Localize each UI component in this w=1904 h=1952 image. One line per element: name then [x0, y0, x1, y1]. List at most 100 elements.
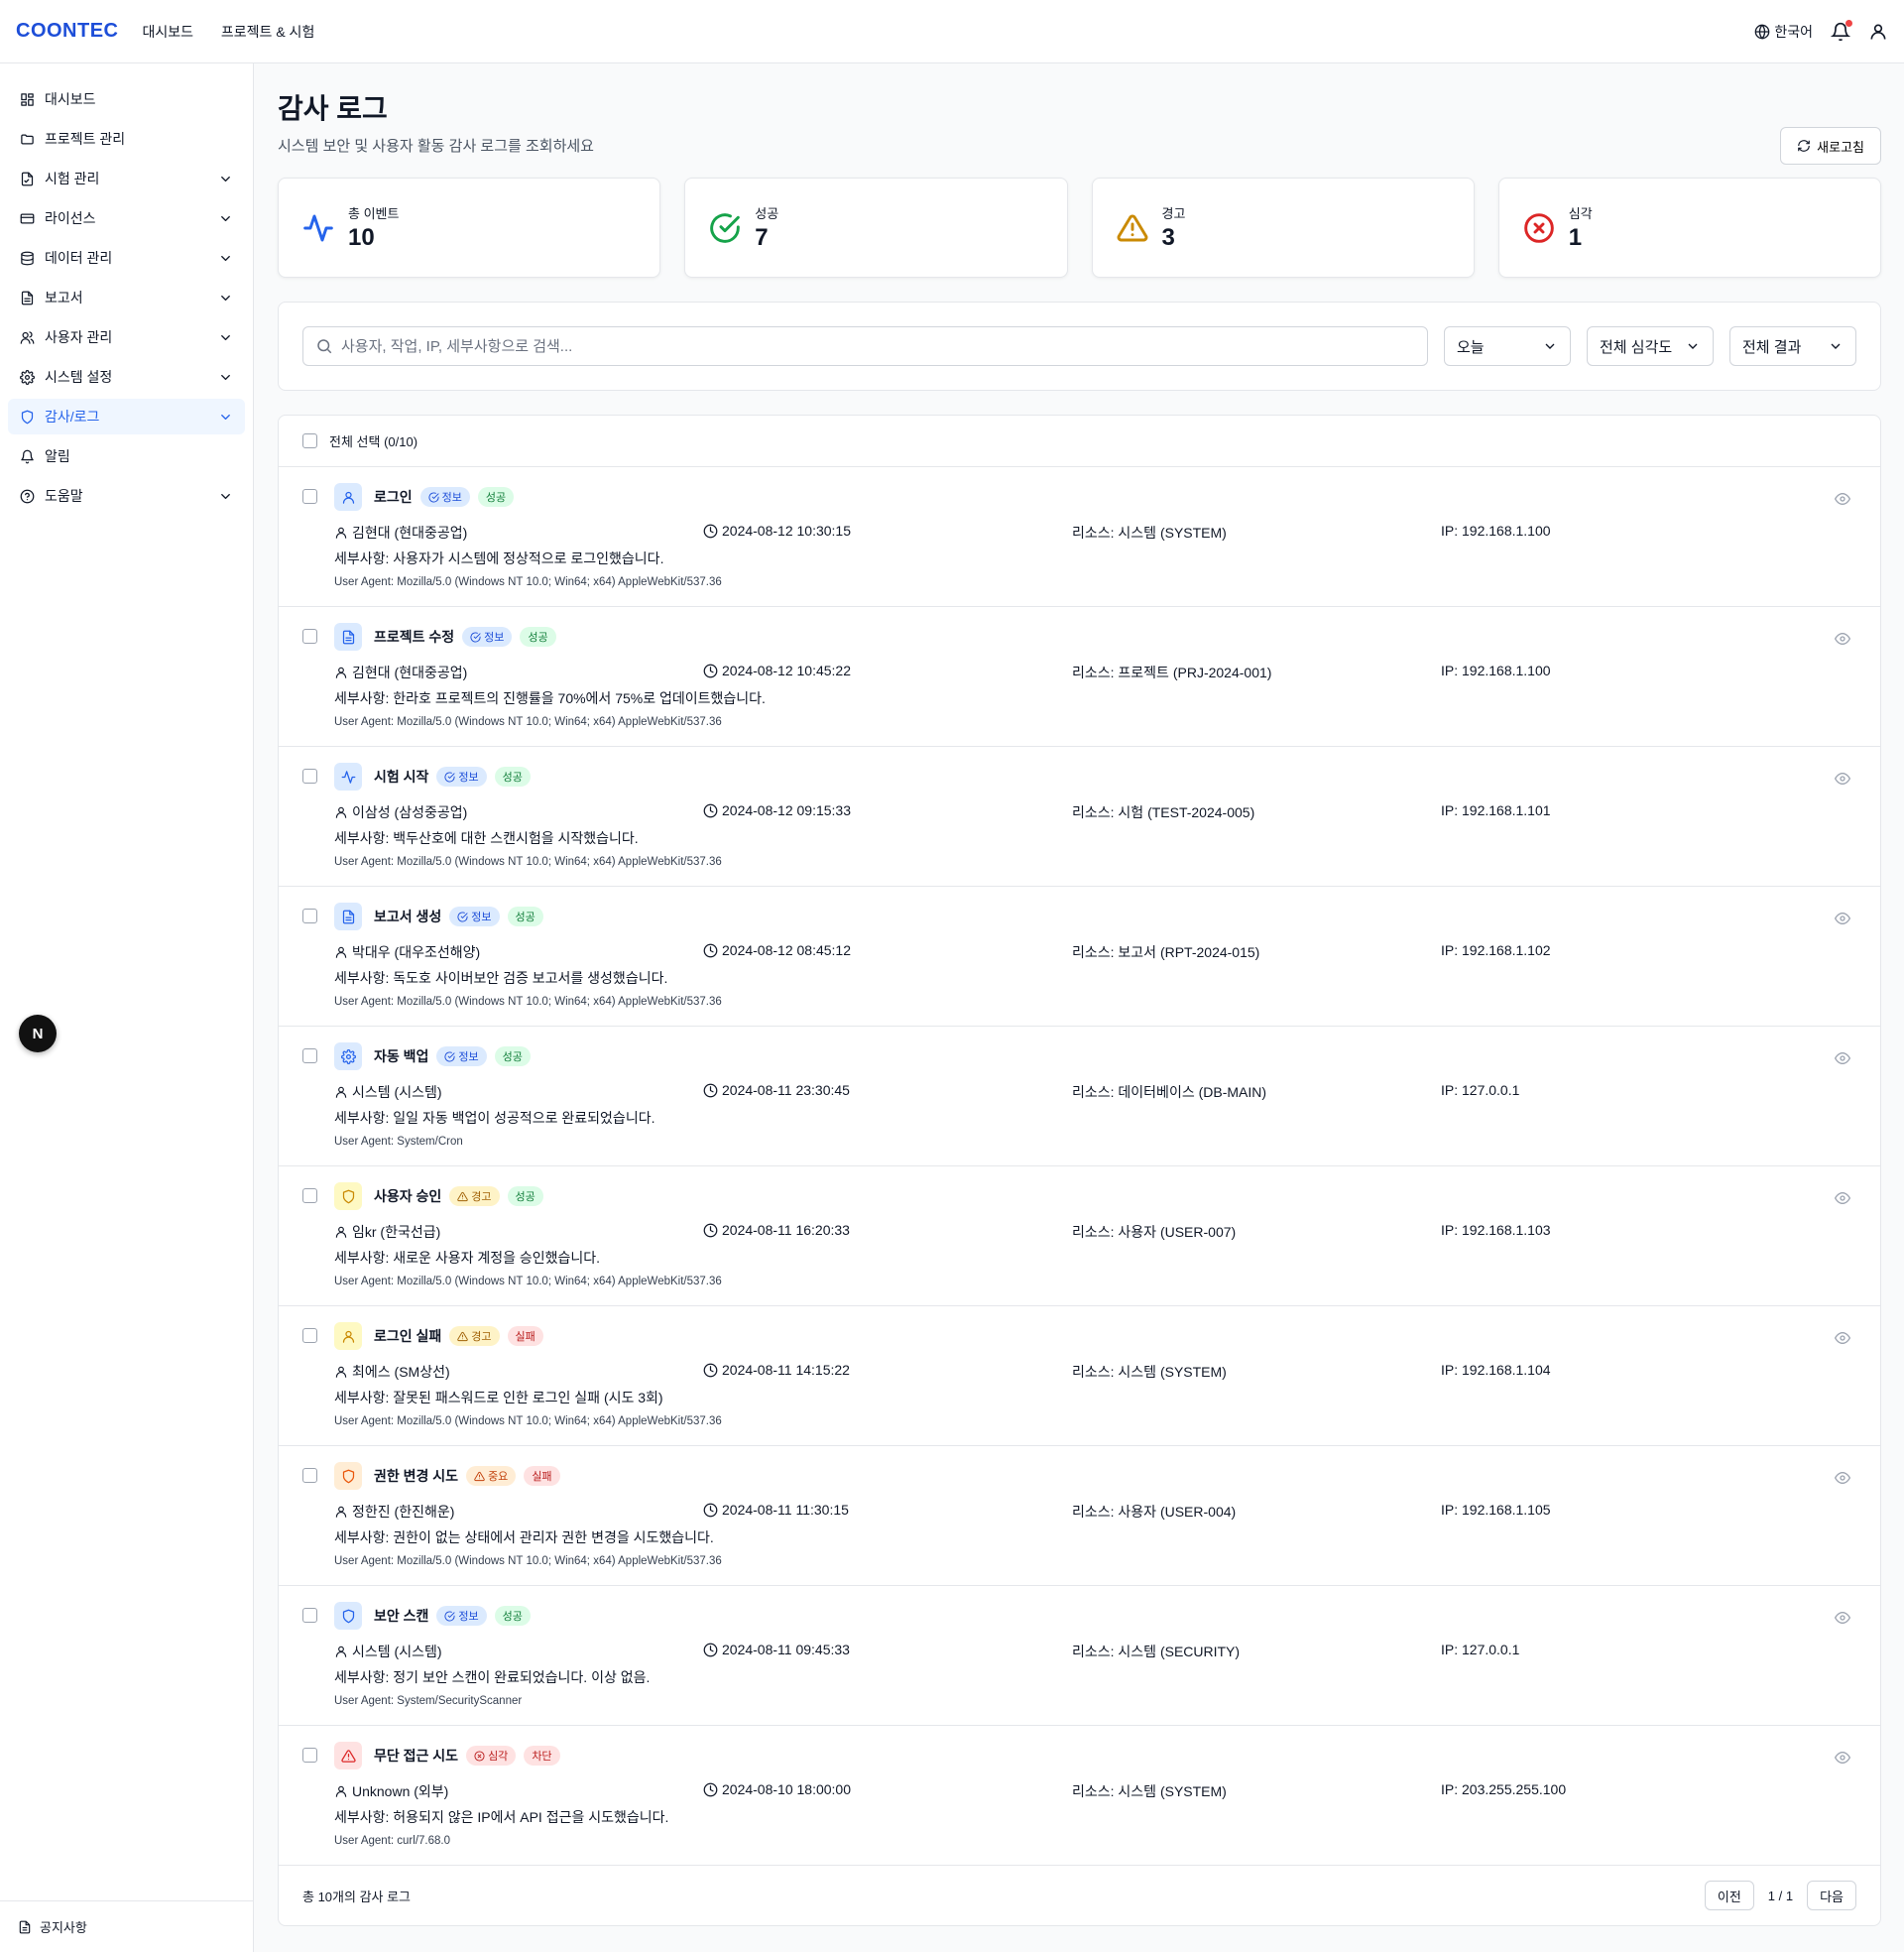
action-name: 로그인 실패 — [374, 1328, 442, 1344]
file-text-icon — [20, 291, 35, 305]
stat-label: 총 이벤트 — [348, 206, 400, 221]
user-icon — [334, 1085, 348, 1099]
chevron-down-icon[interactable] — [218, 172, 233, 186]
log-row[interactable]: 보고서 생성 정보 성공 박대우 (대우조선해양) 2024-08-12 08:45:1… — [279, 887, 1880, 1027]
chevron-down-icon[interactable] — [218, 370, 233, 385]
stat-label: 심각 — [1568, 206, 1593, 221]
row-checkbox[interactable] — [302, 489, 317, 504]
list-footer: 총 10개의 감사 로그 이전 1 / 1 다음 — [279, 1866, 1880, 1925]
row-checkbox[interactable] — [302, 1468, 317, 1483]
sidebar-item-8[interactable]: 감사/로그 — [8, 399, 245, 434]
action-name: 무단 접근 시도 — [374, 1748, 459, 1764]
sidebar-item-0[interactable]: 대시보드 — [8, 81, 245, 117]
filter-bar: 오늘 전체 심각도 전체 결과 — [278, 302, 1881, 391]
search-box[interactable] — [302, 326, 1428, 366]
log-user-agent: User Agent: Mozilla/5.0 (Windows NT 10.0… — [334, 1276, 722, 1287]
clock-icon — [703, 803, 718, 818]
audit-log-list: 전체 선택 (0/10) 로그인 정보 성공 김현대 (현대중공업) 2024-08-1… — [278, 415, 1881, 1926]
log-time: 2024-08-11 11:30:15 — [722, 1502, 849, 1518]
log-row[interactable]: 로그인 실패 경고 실패 최에스 (SM상선) 2024-08-11 14:15:22 리… — [279, 1306, 1880, 1446]
nav-projects-tests[interactable]: 프로젝트 & 시험 — [221, 24, 314, 40]
app-logo[interactable]: COONTEC — [16, 20, 119, 43]
user-icon — [334, 526, 348, 540]
sidebar-item-2[interactable]: 시험 관리 — [8, 161, 245, 196]
stat-value: 7 — [755, 224, 769, 251]
log-row[interactable]: 로그인 정보 성공 김현대 (현대중공업) 2024-08-12 10:30:15 리소스… — [279, 467, 1880, 607]
top-bar: COONTEC 대시보드 프로젝트 & 시험 한국어 — [0, 0, 1904, 63]
prev-page-button[interactable]: 이전 — [1704, 1881, 1754, 1910]
notice-link[interactable]: 공지사항 — [0, 1900, 253, 1952]
refresh-button[interactable]: 새로고침 — [1780, 127, 1881, 165]
log-user-agent: User Agent: Mozilla/5.0 (Windows NT 10.0… — [334, 576, 722, 588]
check-circle-icon — [428, 491, 439, 503]
x-circle-icon — [474, 1750, 485, 1762]
row-checkbox[interactable] — [302, 1188, 317, 1203]
log-row[interactable]: 프로젝트 수정 정보 성공 김현대 (현대중공업) 2024-08-12 10:45:2… — [279, 607, 1880, 747]
eye-icon[interactable] — [1835, 1190, 1850, 1206]
log-resource: 리소스: 시스템 (SECURITY) — [1072, 1644, 1241, 1659]
eye-icon[interactable] — [1835, 491, 1850, 507]
activity-icon — [334, 763, 362, 791]
user-icon — [334, 1365, 348, 1379]
severity-badge: 정보 — [436, 1606, 487, 1626]
language-selector[interactable]: 한국어 — [1754, 22, 1813, 42]
select-all-checkbox[interactable] — [302, 433, 317, 448]
log-ip: IP: 127.0.0.1 — [1441, 1642, 1520, 1657]
nav-dashboard[interactable]: 대시보드 — [143, 24, 194, 40]
eye-icon[interactable] — [1835, 1470, 1850, 1486]
eye-icon[interactable] — [1835, 911, 1850, 926]
log-row[interactable]: 시험 시작 정보 성공 이삼성 (삼성중공업) 2024-08-12 09:15:33 리… — [279, 747, 1880, 887]
row-checkbox[interactable] — [302, 629, 317, 644]
sidebar-item-5[interactable]: 보고서 — [8, 280, 245, 315]
sidebar-item-4[interactable]: 데이터 관리 — [8, 240, 245, 276]
notifications-button[interactable] — [1831, 19, 1852, 42]
row-checkbox[interactable] — [302, 1608, 317, 1623]
eye-icon[interactable] — [1835, 1050, 1850, 1066]
eye-icon[interactable] — [1835, 1610, 1850, 1626]
row-checkbox[interactable] — [302, 769, 317, 784]
eye-icon[interactable] — [1835, 631, 1850, 647]
log-row[interactable]: 권한 변경 시도 중요 실패 정한진 (한진해운) 2024-08-11 11:30:1… — [279, 1446, 1880, 1586]
eye-icon[interactable] — [1835, 771, 1850, 787]
next-page-button[interactable]: 다음 — [1807, 1881, 1856, 1910]
row-checkbox[interactable] — [302, 1048, 317, 1063]
sidebar-item-9[interactable]: 알림 — [8, 438, 245, 474]
log-user-agent: User Agent: Mozilla/5.0 (Windows NT 10.0… — [334, 716, 722, 728]
stat-label: 경고 — [1161, 206, 1186, 221]
sidebar-item-10[interactable]: 도움말 — [8, 478, 245, 514]
bell-icon — [20, 449, 35, 464]
chevron-down-icon[interactable] — [218, 410, 233, 425]
eye-icon[interactable] — [1835, 1750, 1850, 1766]
log-user: 정한진 (한진해운) — [352, 1504, 455, 1520]
sidebar-item-6[interactable]: 사용자 관리 — [8, 319, 245, 355]
user-menu-button[interactable] — [1868, 22, 1888, 42]
result-badge: 실패 — [524, 1466, 560, 1486]
chevron-down-icon[interactable] — [218, 211, 233, 226]
eye-icon[interactable] — [1835, 1330, 1850, 1346]
log-row[interactable]: 무단 접근 시도 심각 차단 Unknown (외부) 2024-08-10 18:00… — [279, 1726, 1880, 1866]
date-select[interactable]: 오늘 — [1444, 326, 1571, 366]
row-checkbox[interactable] — [302, 909, 317, 923]
chevron-down-icon[interactable] — [218, 489, 233, 504]
row-checkbox[interactable] — [302, 1328, 317, 1343]
log-row[interactable]: 자동 백업 정보 성공 시스템 (시스템) 2024-08-11 23:30:45 리소스… — [279, 1027, 1880, 1166]
sidebar-item-7[interactable]: 시스템 설정 — [8, 359, 245, 395]
chevron-down-icon[interactable] — [218, 330, 233, 345]
severity-select[interactable]: 전체 심각도 — [1587, 326, 1714, 366]
result-select[interactable]: 전체 결과 — [1729, 326, 1856, 366]
log-user-agent: User Agent: Mozilla/5.0 (Windows NT 10.0… — [334, 996, 722, 1008]
log-user: 박대우 (대우조선해양) — [352, 944, 481, 960]
log-row[interactable]: 사용자 승인 경고 성공 임kr (한국선급) 2024-08-11 16:20:33 리… — [279, 1166, 1880, 1306]
log-row[interactable]: 보안 스캔 정보 성공 시스템 (시스템) 2024-08-11 09:45:33 리소스… — [279, 1586, 1880, 1726]
sidebar-item-1[interactable]: 프로젝트 관리 — [8, 121, 245, 157]
floating-n-badge[interactable]: N — [19, 1015, 57, 1052]
chevron-down-icon[interactable] — [218, 251, 233, 266]
result-badge: 성공 — [507, 1186, 543, 1206]
chevron-down-icon[interactable] — [218, 291, 233, 305]
search-input[interactable] — [341, 337, 1415, 355]
row-checkbox[interactable] — [302, 1748, 317, 1763]
sidebar-item-3[interactable]: 라이선스 — [8, 200, 245, 236]
sidebar: 대시보드프로젝트 관리시험 관리라이선스데이터 관리보고서사용자 관리시스템 설… — [0, 63, 254, 1952]
sidebar-item-label: 라이선스 — [45, 210, 96, 226]
chevron-down-icon — [1828, 338, 1844, 354]
